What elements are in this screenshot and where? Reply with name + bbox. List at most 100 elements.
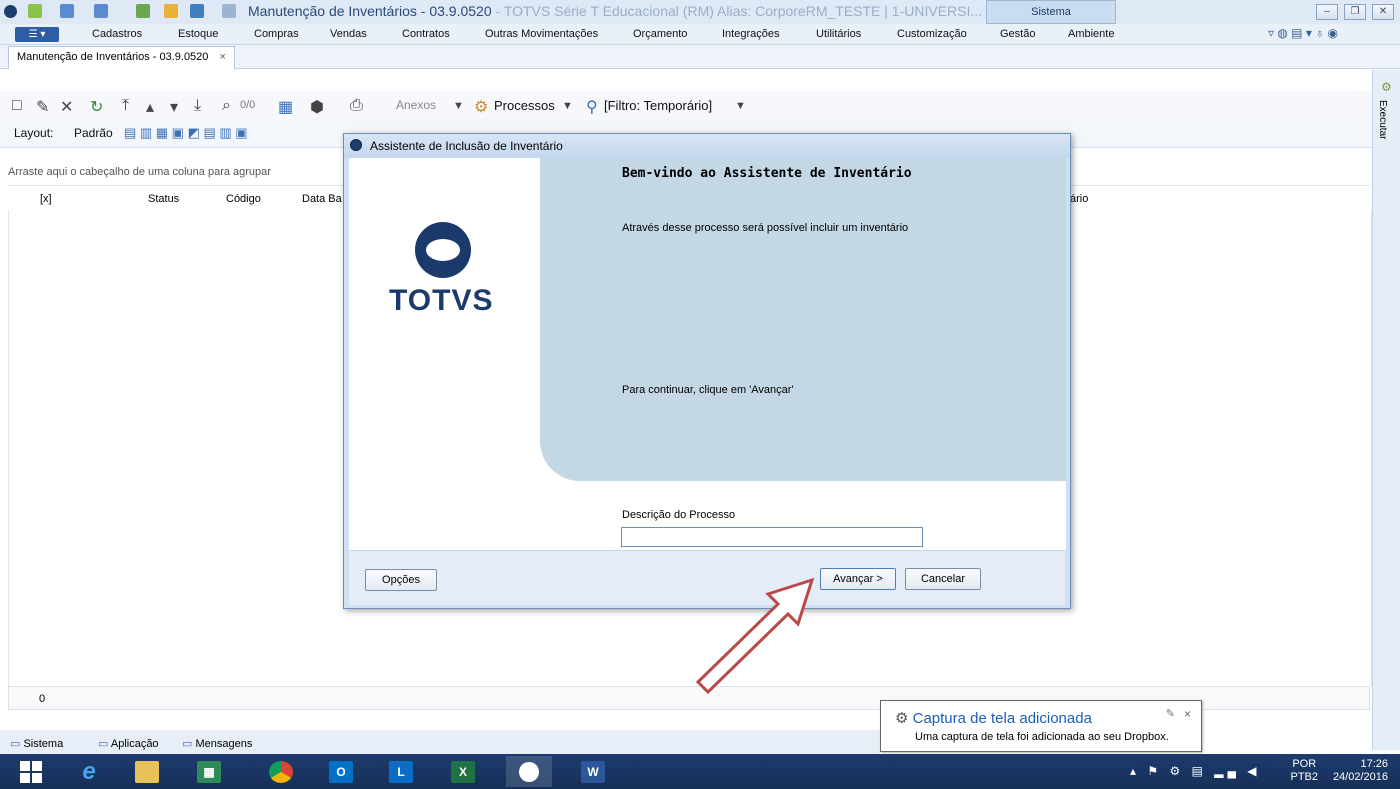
dialog-content: Bem-vindo ao Assistente de Inventário At…	[540, 158, 1066, 550]
minimize-button[interactable]: –	[1316, 4, 1338, 20]
menu-cadastros[interactable]: Cadastros	[92, 28, 142, 40]
clock-time: 17:26	[1360, 758, 1388, 770]
tab-sistema[interactable]: ▭ Sistema	[10, 737, 63, 750]
menu-integracoes[interactable]: Integrações	[722, 28, 779, 40]
tab-close-icon[interactable]: ×	[219, 51, 225, 63]
filter-menu[interactable]: [Filtro: Temporário]	[604, 98, 712, 113]
toolbar: □ ✎ ✕ ↻ ⤒ ▴ ▾ ⤓ ⌕ 0/0 ▦ ⬢ ⎙ Anexos ▼ ⚙ P…	[0, 91, 1400, 120]
executar-icon: ⚙	[1381, 80, 1392, 94]
menu-gestao[interactable]: Gestão	[1000, 28, 1035, 40]
tab-manutencao-inventarios[interactable]: Manutenção de Inventários - 03.9.0520 ×	[8, 46, 235, 69]
quick-access-icon[interactable]	[136, 4, 150, 18]
menu-vendas[interactable]: Vendas	[330, 28, 367, 40]
dropbox-notification[interactable]: ⚙ Captura de tela adicionada Uma captura…	[880, 700, 1202, 752]
clock[interactable]: 17:26 24/02/2016	[1333, 758, 1388, 784]
processos-menu[interactable]: Processos	[494, 98, 555, 113]
calendar-icon[interactable]: ▦	[278, 97, 293, 117]
ribbon-options-icon[interactable]: ▿ ◍ ▤ ▾ ♁ ◉	[1268, 26, 1338, 40]
quick-access-icon[interactable]	[28, 4, 42, 18]
taskbar-totvs[interactable]	[506, 756, 552, 787]
outlook-icon: O	[329, 760, 353, 783]
close-window-button[interactable]: ✕	[1372, 4, 1394, 20]
notification-message: Uma captura de tela foi adicionada ao se…	[915, 731, 1169, 743]
menu-contratos[interactable]: Contratos	[402, 28, 450, 40]
quick-access-icon[interactable]	[190, 4, 204, 18]
menu-outras-movimentacoes[interactable]: Outras Movimentações	[485, 28, 598, 40]
description-input[interactable]	[621, 527, 923, 547]
dialog-app-icon	[350, 139, 362, 151]
notification-settings-icon[interactable]: ✎	[1166, 707, 1175, 720]
executar-label: Executar	[1377, 100, 1388, 140]
refresh-icon[interactable]: ↻	[90, 97, 103, 117]
menu-bar: ☰ ▾ Cadastros Estoque Compras Vendas Con…	[0, 24, 1400, 45]
layout-padrao-dropdown[interactable]: Padrão	[74, 126, 113, 140]
first-record-icon[interactable]: ⤒	[122, 97, 129, 115]
options-button[interactable]: Opções	[365, 569, 437, 591]
next-record-icon[interactable]: ▾	[170, 97, 178, 117]
app-icon[interactable]	[4, 5, 17, 18]
notification-close-icon[interactable]: ×	[1184, 707, 1191, 721]
dialog-logo-panel: TOTVS	[349, 158, 540, 550]
taskbar-lync[interactable]: L	[378, 756, 424, 787]
menu-customizacao[interactable]: Customização	[897, 28, 967, 40]
last-record-icon[interactable]: ⤓	[194, 97, 201, 115]
menu-compras[interactable]: Compras	[254, 28, 299, 40]
word-icon: W	[581, 760, 605, 783]
dialog-title-bar[interactable]: Assistente de Inclusão de Inventário	[344, 134, 1070, 158]
executar-panel[interactable]: ⚙ Executar	[1372, 70, 1400, 750]
anexos-dropdown-icon[interactable]: ▼	[453, 100, 464, 112]
layout-tools-icon[interactable]: ▤ ▥ ▦ ▣ ◩ ▤ ▥ ▣	[124, 125, 248, 141]
description-label: Descrição do Processo	[622, 509, 736, 521]
quick-access-icon[interactable]	[60, 4, 74, 18]
processos-icon: ⚙	[474, 99, 489, 116]
column-usuario[interactable]: ário	[1070, 193, 1088, 205]
edit-icon[interactable]: ✎	[36, 97, 49, 117]
menu-ambiente[interactable]: Ambiente	[1068, 28, 1114, 40]
quick-access-icon[interactable]	[164, 4, 178, 18]
taskbar-ie[interactable]: e	[66, 756, 112, 787]
column-status[interactable]: Status	[148, 193, 179, 205]
cancel-button[interactable]: Cancelar	[905, 568, 981, 590]
sistema-icon: ▭	[10, 738, 21, 750]
application-menu-button[interactable]: ☰ ▾	[15, 27, 59, 42]
delete-icon[interactable]: ✕	[60, 97, 73, 117]
taskbar-chrome[interactable]	[258, 756, 304, 787]
maximize-button[interactable]: ❐	[1344, 4, 1366, 20]
system-tray-icons[interactable]: ▴ ⚑ ⚙ ▤ ▂▄ ◀	[1130, 764, 1261, 778]
filter-dropdown-icon[interactable]: ▼	[735, 100, 746, 112]
column-select[interactable]: [x]	[40, 193, 52, 205]
new-icon[interactable]: □	[12, 97, 22, 115]
previous-record-icon[interactable]: ▴	[146, 97, 154, 117]
dialog-content-background	[540, 158, 1066, 481]
tab-mensagens-label: Mensagens	[195, 738, 253, 750]
chrome-icon	[269, 760, 293, 783]
windows-logo-icon	[20, 760, 42, 783]
taskbar-excel[interactable]: X	[440, 756, 486, 787]
taskbar-explorer[interactable]	[124, 756, 170, 787]
search-icon[interactable]: ⌕	[222, 97, 231, 115]
input-language[interactable]: POR PTB2	[1290, 758, 1318, 784]
next-button[interactable]: Avançar >	[820, 568, 896, 590]
tab-aplicacao[interactable]: ▭ Aplicação	[98, 737, 159, 750]
quick-access-icon[interactable]	[94, 4, 108, 18]
anexos-menu[interactable]: Anexos	[396, 98, 436, 112]
context-tab-sistema[interactable]: Sistema	[986, 0, 1116, 24]
taskbar-outlook[interactable]: O	[318, 756, 364, 787]
column-codigo[interactable]: Código	[226, 193, 261, 205]
attach-icon[interactable]: ⬢	[310, 97, 324, 117]
taskbar-word[interactable]: W	[570, 756, 616, 787]
clock-date: 24/02/2016	[1332, 771, 1388, 783]
print-icon[interactable]: ⎙	[350, 97, 363, 115]
tab-mensagens[interactable]: ▭ Mensagens	[182, 737, 252, 750]
wizard-dialog: Assistente de Inclusão de Inventário TOT…	[343, 133, 1071, 609]
menu-orcamento[interactable]: Orçamento	[633, 28, 687, 40]
quick-access-icon[interactable]	[222, 4, 236, 18]
dropbox-icon: ⚙	[895, 710, 909, 727]
processos-dropdown-icon[interactable]: ▼	[562, 100, 573, 112]
folder-icon	[135, 760, 159, 783]
menu-utilitarios[interactable]: Utilitários	[816, 28, 861, 40]
start-button[interactable]	[8, 756, 54, 787]
column-data-base[interactable]: Data Ba	[302, 193, 342, 205]
menu-estoque[interactable]: Estoque	[178, 28, 218, 40]
taskbar-store[interactable]: ▦	[186, 756, 232, 787]
